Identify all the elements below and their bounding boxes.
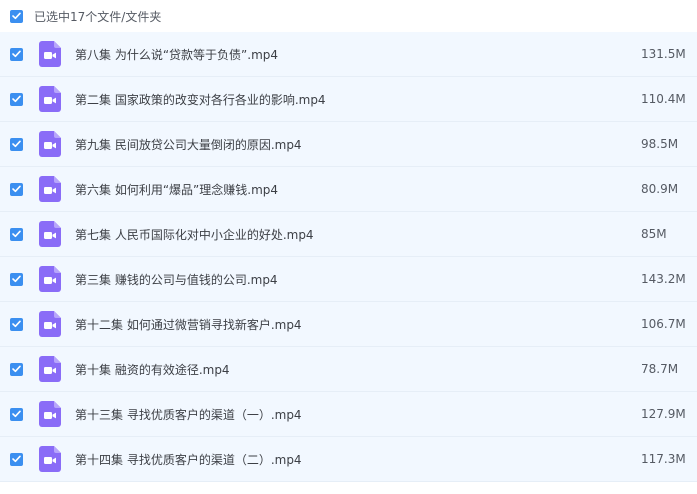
selection-count-label: 已选中17个文件/文件夹 (34, 9, 162, 24)
file-checkbox[interactable] (10, 137, 23, 151)
file-name: 第十四集 寻找优质客户的渠道（二）.mp4 (75, 452, 302, 467)
file-checkbox[interactable] (10, 407, 23, 421)
selection-header: 已选中17个文件/文件夹 (0, 0, 697, 32)
file-row[interactable]: 第十二集 如何通过微营销寻找新客户.mp4 106.7M (0, 302, 697, 347)
file-name: 第十集 融资的有效途径.mp4 (75, 362, 230, 377)
video-file-icon (39, 176, 61, 202)
file-name: 第七集 人民币国际化对中小企业的好处.mp4 (75, 227, 314, 242)
video-file-icon (39, 311, 61, 337)
video-file-icon (39, 86, 61, 112)
file-checkbox[interactable] (10, 182, 23, 196)
file-row[interactable]: 第三集 赚钱的公司与值钱的公司.mp4 143.2M (0, 257, 697, 302)
file-size: 98.5M (641, 137, 679, 151)
file-size: 106.7M (641, 317, 686, 331)
checkmark-icon (12, 140, 21, 148)
checkmark-icon (12, 185, 21, 193)
video-file-icon (39, 266, 61, 292)
file-row[interactable]: 第六集 如何利用“爆品”理念赚钱.mp4 80.9M (0, 167, 697, 212)
checkmark-icon (12, 320, 21, 328)
checkmark-icon (12, 410, 21, 418)
file-row[interactable]: 第十三集 寻找优质客户的渠道（一）.mp4 127.9M (0, 392, 697, 437)
file-row[interactable]: 第八集 为什么说“贷款等于负债”.mp4 131.5M (0, 32, 697, 77)
file-size: 78.7M (641, 362, 679, 376)
file-name: 第十二集 如何通过微营销寻找新客户.mp4 (75, 317, 302, 332)
file-checkbox[interactable] (10, 452, 23, 466)
file-row[interactable]: 第七集 人民币国际化对中小企业的好处.mp4 85M (0, 212, 697, 257)
video-file-icon (39, 221, 61, 247)
file-size: 143.2M (641, 272, 686, 286)
file-list-panel: 已选中17个文件/文件夹 第八集 为什么说“贷款等于负债”.mp4 131.5M (0, 0, 697, 494)
checkmark-icon (12, 230, 21, 238)
file-checkbox[interactable] (10, 317, 23, 331)
video-file-icon (39, 401, 61, 427)
file-checkbox[interactable] (10, 47, 23, 61)
checkmark-icon (12, 95, 21, 103)
file-checkbox[interactable] (10, 92, 23, 106)
video-file-icon (39, 356, 61, 382)
file-checkbox[interactable] (10, 362, 23, 376)
file-name: 第二集 国家政策的改变对各行各业的影响.mp4 (75, 92, 326, 107)
checkmark-icon (12, 275, 21, 283)
file-size: 110.4M (641, 92, 686, 106)
file-row[interactable]: 第二集 国家政策的改变对各行各业的影响.mp4 110.4M (0, 77, 697, 122)
file-name: 第九集 民间放贷公司大量倒闭的原因.mp4 (75, 137, 302, 152)
file-size: 117.3M (641, 452, 686, 466)
file-name: 第六集 如何利用“爆品”理念赚钱.mp4 (75, 182, 279, 197)
file-size: 80.9M (641, 182, 679, 196)
file-size: 127.9M (641, 407, 686, 421)
file-size: 85M (641, 227, 667, 241)
checkmark-icon (12, 50, 21, 58)
checkmark-icon (12, 12, 21, 20)
file-row[interactable]: 第十集 融资的有效途径.mp4 78.7M (0, 347, 697, 392)
video-file-icon (39, 446, 61, 472)
file-size: 131.5M (641, 47, 686, 61)
file-checkbox[interactable] (10, 227, 23, 241)
file-row[interactable]: 第十四集 寻找优质客户的渠道（二）.mp4 117.3M (0, 437, 697, 482)
file-checkbox[interactable] (10, 272, 23, 286)
file-name: 第十三集 寻找优质客户的渠道（一）.mp4 (75, 407, 302, 422)
file-name: 第三集 赚钱的公司与值钱的公司.mp4 (75, 272, 278, 287)
video-file-icon (39, 131, 61, 157)
checkmark-icon (12, 455, 21, 463)
file-row[interactable]: 第九集 民间放贷公司大量倒闭的原因.mp4 98.5M (0, 122, 697, 167)
file-list: 第八集 为什么说“贷款等于负债”.mp4 131.5M 第二集 国家政策的改变对… (0, 32, 697, 482)
checkmark-icon (12, 365, 21, 373)
video-file-icon (39, 41, 61, 67)
file-name: 第八集 为什么说“贷款等于负债”.mp4 (75, 47, 279, 62)
select-all-checkbox[interactable] (10, 9, 23, 23)
